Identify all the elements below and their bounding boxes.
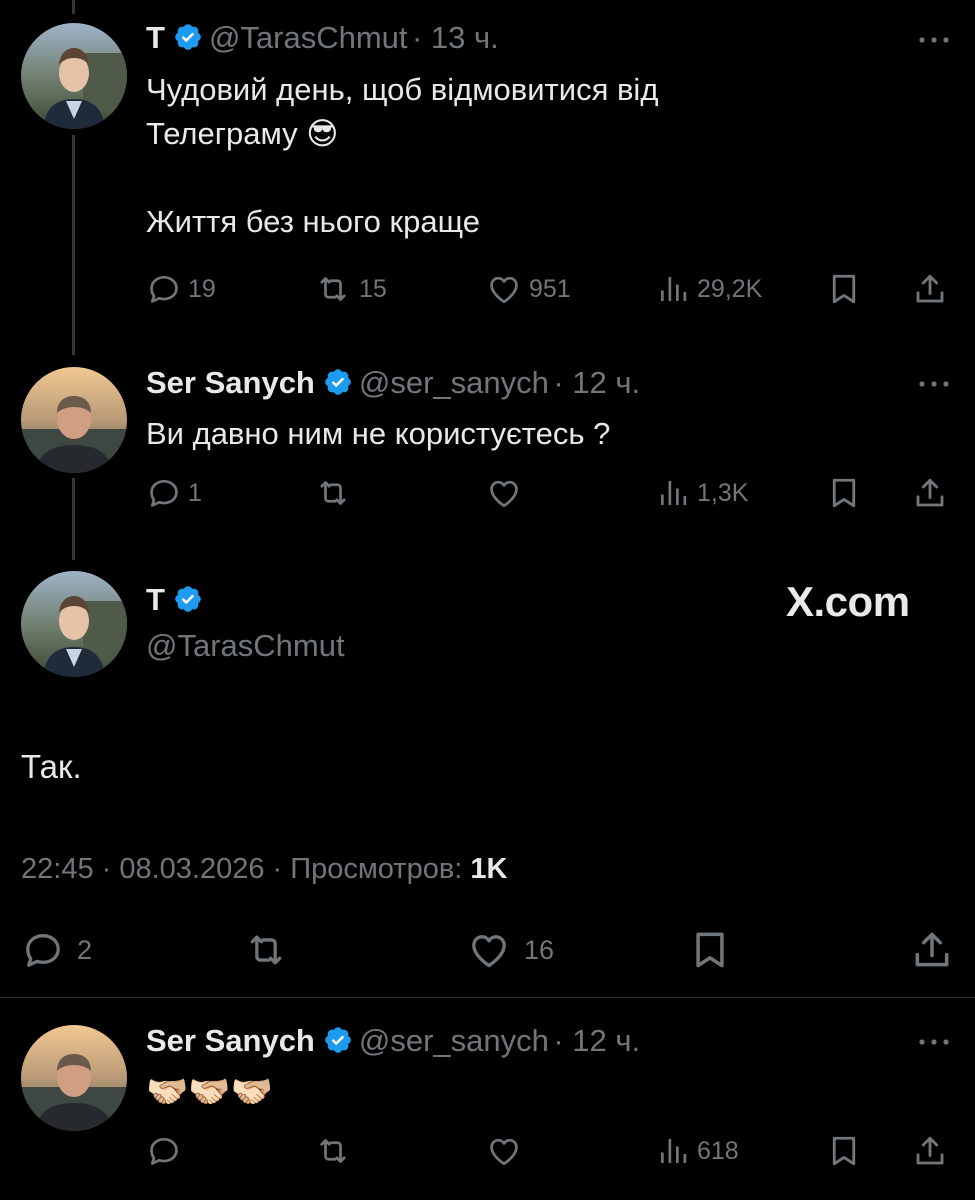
reply-count: 19 xyxy=(188,274,216,303)
views-button[interactable]: 29,2K xyxy=(655,271,762,307)
views-icon xyxy=(655,271,691,307)
timestamp-date[interactable]: 22:45 · 08.03.2026 · Просмотров: xyxy=(21,853,470,885)
views-icon xyxy=(655,475,691,511)
display-name[interactable]: Ser Sanych xyxy=(146,1023,315,1058)
handle[interactable]: @ser_sanych xyxy=(359,1023,549,1058)
share-button[interactable] xyxy=(912,1133,948,1169)
reply-icon xyxy=(146,1133,182,1169)
avatar[interactable] xyxy=(21,23,127,129)
views-icon xyxy=(655,1133,691,1169)
share-button[interactable] xyxy=(912,475,948,511)
like-button[interactable] xyxy=(485,475,523,511)
tweet-text: Чудовий день, щоб відмовитися від Телегр… xyxy=(146,72,659,239)
views-count: 618 xyxy=(697,1136,739,1165)
repost-icon xyxy=(242,928,290,972)
like-count: 951 xyxy=(529,274,571,303)
repost-icon xyxy=(313,271,353,307)
handle[interactable]: @ser_sanych xyxy=(359,365,549,400)
share-button[interactable] xyxy=(912,271,948,307)
tweet-text: Так. xyxy=(21,748,82,785)
tweet-header: T @TarasChmut · 13 ч. xyxy=(146,20,499,56)
like-icon xyxy=(466,928,512,972)
verified-badge-icon xyxy=(173,584,203,614)
display-name[interactable]: T xyxy=(146,20,165,55)
avatar[interactable] xyxy=(21,571,127,677)
more-options-icon[interactable] xyxy=(918,35,950,45)
bookmark-button[interactable] xyxy=(826,1133,862,1169)
timestamp[interactable]: · 12 ч. xyxy=(553,1023,640,1058)
like-button[interactable] xyxy=(485,1133,523,1169)
views-button[interactable]: 1,3K xyxy=(655,475,748,511)
bookmark-icon xyxy=(826,271,862,307)
more-options-icon[interactable] xyxy=(918,1037,950,1047)
share-button[interactable] xyxy=(910,928,954,972)
avatar[interactable] xyxy=(21,367,127,473)
tweet-header: Ser Sanych @ser_sanych · 12 ч. xyxy=(146,1023,640,1059)
share-icon xyxy=(912,1133,948,1169)
timestamp[interactable]: · 12 ч. xyxy=(553,365,640,400)
display-name[interactable]: T xyxy=(146,582,165,617)
bookmark-icon xyxy=(688,928,732,972)
verified-badge-icon xyxy=(323,1025,353,1055)
bookmark-button[interactable] xyxy=(688,928,732,972)
tweet-text: 🫱🏻‍🫲🏼🫱🏻‍🫲🏼🫱🏻‍🫲🏼 xyxy=(146,1073,274,1111)
like-count: 16 xyxy=(524,934,555,965)
reply-count: 1 xyxy=(188,478,202,507)
divider xyxy=(0,997,975,998)
timestamp[interactable]: · 13 ч. xyxy=(412,20,499,55)
bookmark-icon xyxy=(826,475,862,511)
repost-icon xyxy=(313,475,353,511)
more-options-icon[interactable] xyxy=(918,379,950,389)
reply-button[interactable]: 19 xyxy=(146,271,216,307)
reply-icon xyxy=(21,928,65,972)
bookmark-button[interactable] xyxy=(826,271,862,307)
tweet-metadata: 22:45 · 08.03.2026 · Просмотров: 1K xyxy=(21,853,507,886)
like-button[interactable]: 951 xyxy=(485,271,571,307)
views-count: 1,3K xyxy=(697,478,749,507)
x-com-watermark: X.com xyxy=(786,578,910,625)
author-name-row: T xyxy=(146,582,209,618)
share-icon xyxy=(910,928,954,972)
handle[interactable]: @TarasChmut xyxy=(209,20,408,55)
handle[interactable]: @TarasChmut xyxy=(146,628,345,664)
tweet-header: Ser Sanych @ser_sanych · 12 ч. xyxy=(146,365,640,401)
repost-button[interactable] xyxy=(313,475,353,511)
bookmark-button[interactable] xyxy=(826,475,862,511)
reply-button[interactable] xyxy=(146,1133,182,1169)
repost-icon xyxy=(313,1133,353,1169)
share-icon xyxy=(912,271,948,307)
thread-line xyxy=(72,135,75,355)
repost-button[interactable]: 15 xyxy=(313,271,387,307)
bookmark-icon xyxy=(826,1133,862,1169)
views-count: 29,2K xyxy=(697,274,763,303)
display-name[interactable]: Ser Sanych xyxy=(146,365,315,400)
views-total: 1K xyxy=(470,853,508,885)
share-icon xyxy=(912,475,948,511)
like-button[interactable]: 16 xyxy=(466,928,554,972)
thread-line xyxy=(72,0,75,14)
repost-button[interactable] xyxy=(313,1133,353,1169)
views-button[interactable]: 618 xyxy=(655,1133,739,1169)
reply-count: 2 xyxy=(77,934,93,965)
verified-badge-icon xyxy=(323,367,353,397)
like-icon xyxy=(485,1133,523,1169)
like-icon xyxy=(485,271,523,307)
reply-icon xyxy=(146,271,182,307)
repost-count: 15 xyxy=(359,274,387,303)
thread-line xyxy=(72,478,75,560)
reply-button[interactable]: 2 xyxy=(21,928,92,972)
reply-icon xyxy=(146,475,182,511)
like-icon xyxy=(485,475,523,511)
verified-badge-icon xyxy=(173,22,203,52)
tweet-text: Ви давно ним не користуєтесь ? xyxy=(146,416,611,451)
repost-button[interactable] xyxy=(242,928,290,972)
avatar[interactable] xyxy=(21,1025,127,1131)
reply-button[interactable]: 1 xyxy=(146,475,202,511)
